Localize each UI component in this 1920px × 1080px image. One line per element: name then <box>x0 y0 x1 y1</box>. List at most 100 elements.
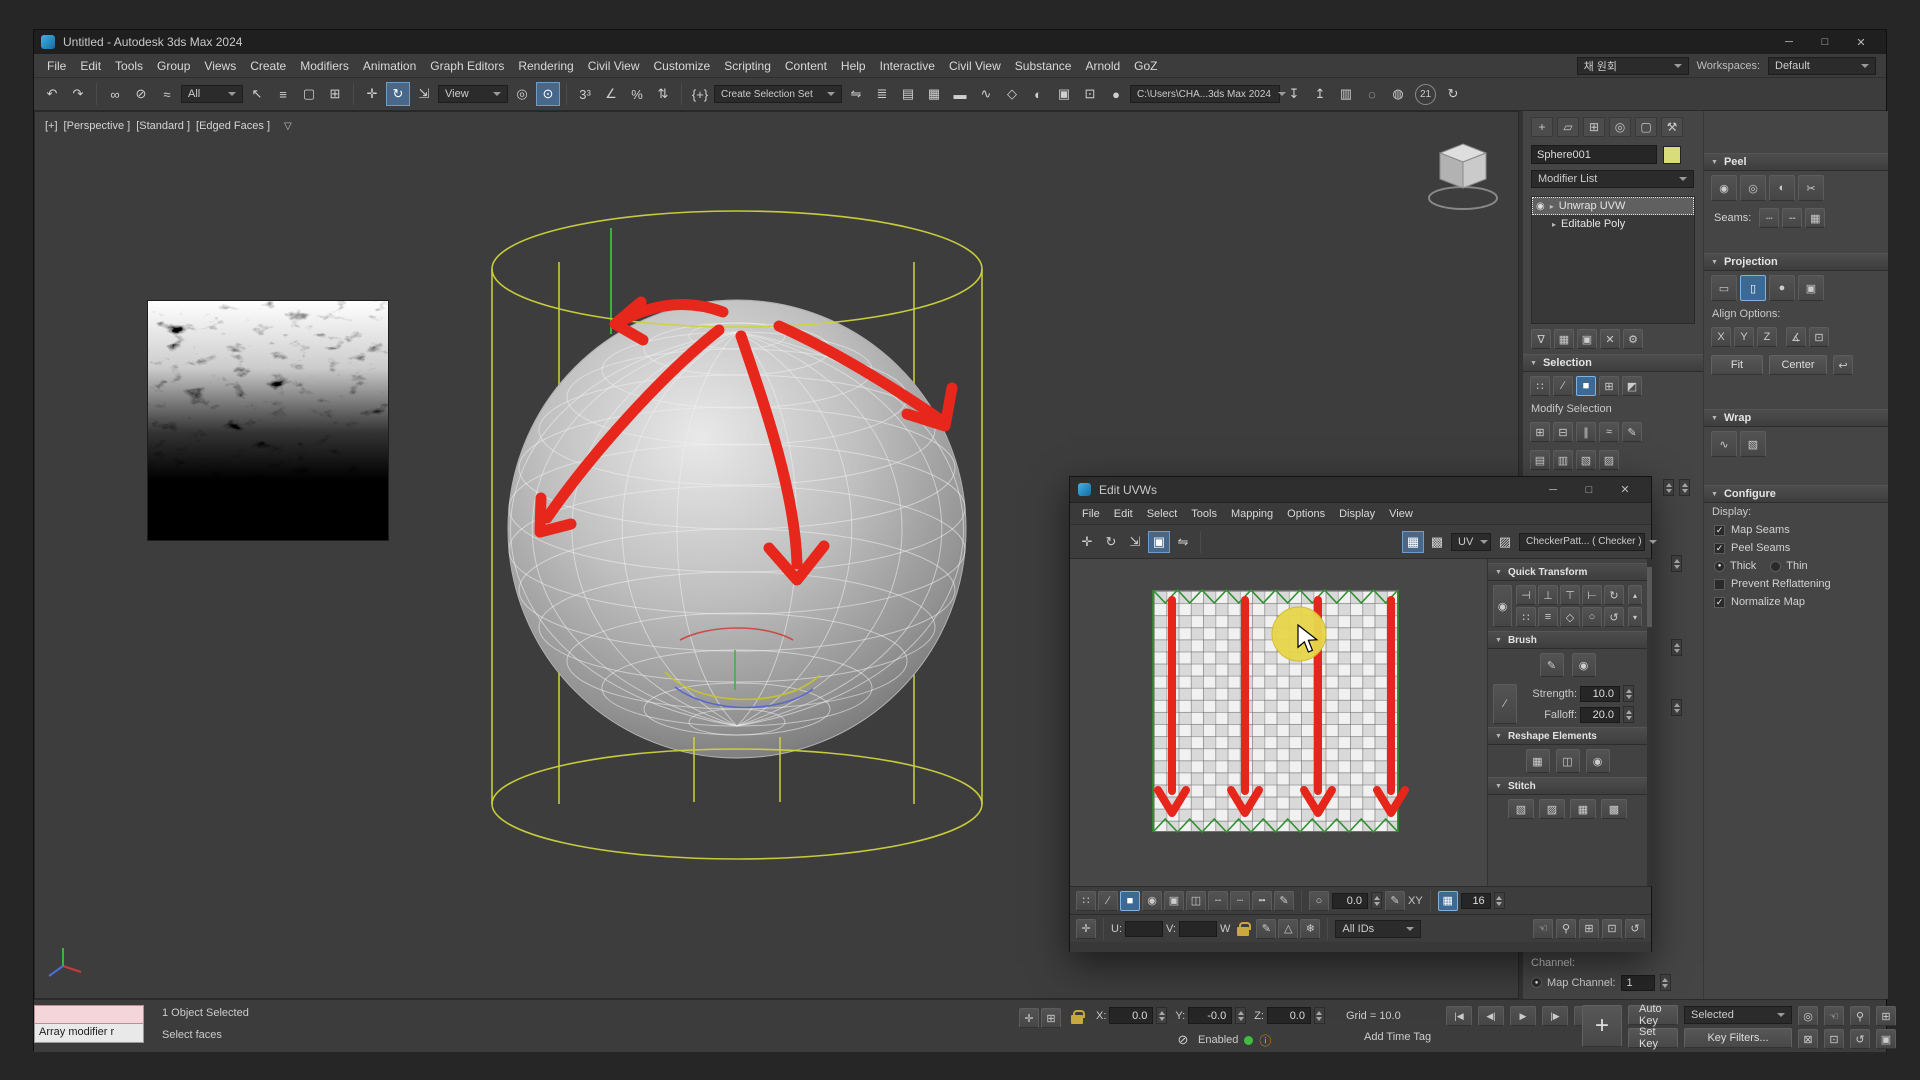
mini-listener[interactable]: Array modifier r <box>34 1005 144 1043</box>
tab-hierarchy-icon[interactable]: ⊞ <box>1583 117 1605 137</box>
box-map-icon[interactable]: ▣ <box>1798 275 1824 301</box>
edge-loop-icon[interactable]: ≈ <box>1599 422 1619 442</box>
grow-selection-icon[interactable]: ⊞ <box>1530 422 1550 442</box>
coord-field[interactable]: -0.0 <box>1188 1007 1232 1024</box>
scale-icon[interactable]: ⇲ <box>1124 531 1146 553</box>
render-icon[interactable]: ● <box>1104 82 1128 106</box>
map-channel-spinner[interactable] <box>1660 974 1671 991</box>
uvw-menu-item[interactable]: Display <box>1333 506 1381 522</box>
rollout-peel[interactable]: ▼Peel <box>1704 153 1888 171</box>
add-keys-button[interactable]: + <box>1582 1005 1622 1047</box>
align-element-icon[interactable]: ◇ <box>1560 607 1580 627</box>
menu-item[interactable]: Create <box>243 56 293 76</box>
selection-set-key-combo[interactable]: Selected <box>1684 1006 1792 1024</box>
refresh-icon[interactable]: ↻ <box>1441 82 1465 106</box>
edit-named-selection-sets-icon[interactable]: {+} <box>688 82 712 106</box>
zoom-region-icon[interactable]: ⊞ <box>1876 1006 1896 1026</box>
rotate-cw-icon[interactable]: ↻ <box>1604 585 1624 605</box>
bind-to-space-warp-icon[interactable]: ≈ <box>155 82 179 106</box>
menu-item[interactable]: Group <box>150 56 197 76</box>
redo-icon[interactable]: ↷ <box>66 82 90 106</box>
checkbox[interactable]: ✓ <box>1714 525 1725 536</box>
reset-projection-icon[interactable]: ↩ <box>1833 355 1853 375</box>
uvw-scrollbar[interactable] <box>1647 559 1652 886</box>
material-editor-icon[interactable]: ◐ <box>1026 82 1050 106</box>
maximize-button[interactable]: □ <box>1807 30 1843 54</box>
grid-size-field[interactable]: 16 <box>1461 893 1491 909</box>
zoom-region-icon[interactable]: ⊞ <box>1579 919 1599 939</box>
menu-item[interactable]: Substance <box>1008 56 1079 76</box>
radio-button[interactable]: ● <box>1714 561 1725 572</box>
polygon-sub-icon[interactable]: ■ <box>1576 376 1596 396</box>
rotate-view-icon[interactable]: ↺ <box>1625 919 1645 939</box>
coord-spinner[interactable] <box>1156 1007 1167 1024</box>
convert-to-seams-icon[interactable]: ▦ <box>1805 208 1825 228</box>
u-field[interactable] <box>1125 921 1163 937</box>
rollout-quick-transform[interactable]: ▼Quick Transform <box>1488 563 1647 581</box>
select-and-link-icon[interactable]: ∞ <box>103 82 127 106</box>
menu-item[interactable]: Scripting <box>717 56 778 76</box>
use-pivot-center-icon[interactable]: ◎ <box>510 82 534 106</box>
spline-wrap-icon[interactable]: ∿ <box>1711 431 1737 457</box>
surface-wrap-icon[interactable]: ▧ <box>1740 431 1766 457</box>
menu-item[interactable]: Help <box>834 56 873 76</box>
modifier-list-combo[interactable]: Modifier List <box>1531 170 1694 188</box>
checkbox[interactable]: ✓ <box>1714 597 1725 608</box>
freeform-mode-icon[interactable]: ▣ <box>1148 531 1170 553</box>
stitch-to-target-icon[interactable]: ▨ <box>1539 799 1565 819</box>
uvw-menu-item[interactable]: Options <box>1281 506 1331 522</box>
object-name-field[interactable]: Sphere001 <box>1531 145 1657 164</box>
edge-sub-icon[interactable]: ∕ <box>1553 376 1573 396</box>
rollout-selection[interactable]: ▼ Selection <box>1523 354 1703 372</box>
project-folder-combo[interactable]: C:\Users\CHA...3ds Max 2024 <box>1130 85 1280 103</box>
select-by-material-icon[interactable]: ▥ <box>1553 450 1573 470</box>
remove-modifier-icon[interactable]: ✕ <box>1600 329 1620 349</box>
peel-mode-icon[interactable]: ◎ <box>1740 175 1766 201</box>
grow-uv-icon[interactable]: ╌ <box>1208 891 1228 911</box>
edit-pen-icon[interactable]: ✎ <box>1385 891 1405 911</box>
viewport-label-segment[interactable]: [Standard ] <box>136 120 190 132</box>
filter-funnel-icon[interactable]: ▽ <box>284 121 292 132</box>
checkbox[interactable] <box>1714 579 1725 590</box>
pan-hand-icon[interactable]: ☜ <box>1824 1006 1844 1026</box>
align-to-edge-icon[interactable]: ◫ <box>1556 749 1580 773</box>
circle-align-icon[interactable]: ○ <box>1582 607 1602 627</box>
scene-explorer-icon[interactable]: ▦ <box>922 82 946 106</box>
zoom-icon[interactable]: ⚲ <box>1556 919 1576 939</box>
show-end-result-icon[interactable]: ▦ <box>1554 329 1574 349</box>
layer-manager-icon[interactable]: ▤ <box>896 82 920 106</box>
select-by-name-icon[interactable]: ≡ <box>271 82 295 106</box>
uv-canvas[interactable] <box>1070 559 1487 886</box>
best-align-icon[interactable]: ∡ <box>1786 327 1806 347</box>
prohibit-icon[interactable]: ⊘ <box>1174 1031 1192 1049</box>
quick-peel-icon[interactable]: ◉ <box>1711 175 1737 201</box>
ring-uv-icon[interactable]: ╍ <box>1252 891 1272 911</box>
unlink-selection-icon[interactable]: ⊘ <box>129 82 153 106</box>
paint-select-icon[interactable]: ✎ <box>1622 422 1642 442</box>
container-icon[interactable]: ▥ <box>1334 82 1358 106</box>
map-channel-radio[interactable]: ● <box>1531 977 1542 988</box>
select-object-icon[interactable]: ↖ <box>245 82 269 106</box>
isolate-selection-icon[interactable]: ◌ <box>1360 82 1384 106</box>
uvw-minimize-button[interactable]: ─ <box>1535 478 1571 502</box>
lock-aspect-icon[interactable] <box>1237 927 1249 936</box>
axis-align-button[interactable]: Y <box>1734 327 1754 347</box>
xy-label[interactable]: XY <box>1408 895 1423 907</box>
named-selection-set-combo[interactable]: Create Selection Set <box>714 85 842 103</box>
menu-item[interactable]: Views <box>197 56 243 76</box>
absolute-mode-icon[interactable]: ⊞ <box>1041 1008 1061 1028</box>
zoom-icon[interactable]: ⚲ <box>1850 1006 1870 1026</box>
info-icon[interactable]: ⓘ <box>1259 1032 1271 1049</box>
relax-brush-icon[interactable]: ◉ <box>1572 653 1596 677</box>
menu-item[interactable]: Tools <box>108 56 150 76</box>
select-matid-icon[interactable]: ▨ <box>1599 450 1619 470</box>
mirror-icon[interactable]: ⇋ <box>1172 531 1194 553</box>
schematic-view-icon[interactable]: ◇ <box>1000 82 1024 106</box>
rectangular-selection-icon[interactable]: ▢ <box>297 82 321 106</box>
tab-motion-icon[interactable]: ◎ <box>1609 117 1631 137</box>
rollout-reshape-elements[interactable]: ▼Reshape Elements <box>1488 727 1647 745</box>
import-icon[interactable]: ↧ <box>1282 82 1306 106</box>
set-key-button[interactable]: Set Key <box>1628 1028 1678 1048</box>
strength-field[interactable]: 10.0 <box>1580 686 1620 702</box>
menu-item[interactable]: Modifiers <box>293 56 356 76</box>
